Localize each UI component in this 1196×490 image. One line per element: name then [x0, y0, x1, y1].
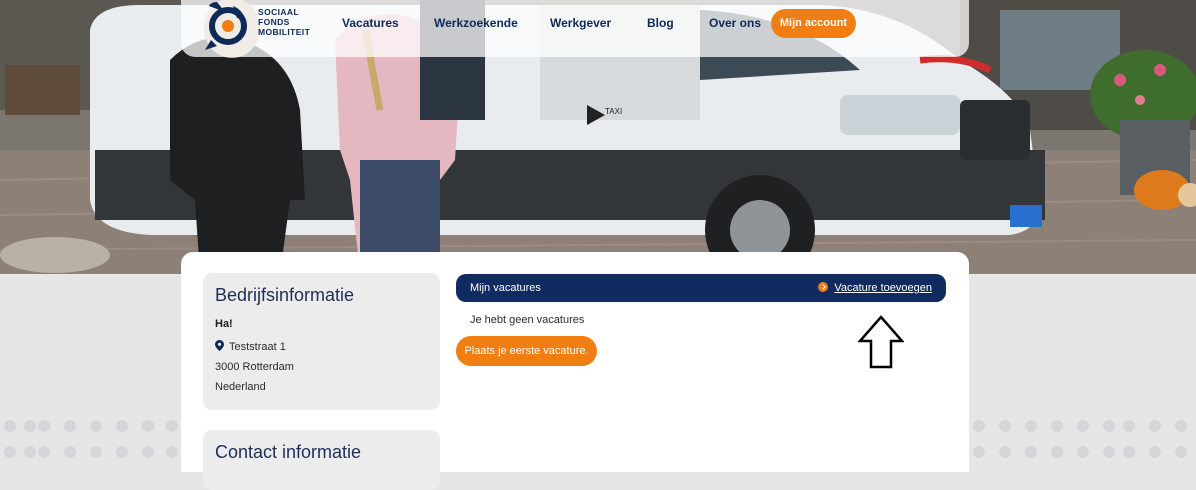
my-vacancies-header: Mijn vacatures Vacature toevoegen	[456, 274, 946, 302]
company-street-row: Teststraat 1	[215, 340, 286, 353]
up-arrow-icon	[858, 315, 904, 369]
contact-info-heading: Contact informatie	[215, 442, 362, 462]
arrow-right-icon	[818, 282, 829, 292]
logo-icon[interactable]	[203, 0, 249, 52]
location-pin-icon	[215, 340, 224, 351]
top-navigation: SOCIAAL FONDS MOBILITEIT Vacatures Werkz…	[181, 0, 969, 57]
nav-blog[interactable]: Blog	[647, 16, 674, 30]
nav-vacatures[interactable]: Vacatures	[342, 16, 399, 30]
decorative-dots-right	[973, 420, 1187, 458]
content-panel: Bedrijfsinformatie Ha! Teststraat 1 3000…	[181, 252, 969, 490]
nav-werkgever[interactable]: Werkgever	[550, 16, 611, 30]
van-taxi-sign: TAXI	[605, 107, 622, 116]
my-vacancies-title: Mijn vacatures	[470, 282, 541, 294]
nav-over-ons[interactable]: Over ons	[709, 16, 761, 30]
company-street: Teststraat 1	[229, 341, 286, 353]
brand-name[interactable]: SOCIAAL FONDS MOBILITEIT	[258, 7, 310, 37]
company-info-card: Bedrijfsinformatie Ha! Teststraat 1 3000…	[203, 273, 440, 410]
company-country: Nederland	[215, 381, 266, 393]
company-name: Ha!	[215, 318, 233, 330]
contact-info-card: Contact informatie	[203, 430, 440, 490]
add-vacancy-link[interactable]: Vacature toevoegen	[818, 282, 932, 294]
add-vacancy-label: Vacature toevoegen	[834, 282, 932, 294]
brand-line-2: FONDS	[258, 17, 290, 27]
brand-line-3: MOBILITEIT	[258, 27, 311, 37]
nav-werkzoekende[interactable]: Werkzoekende	[434, 16, 518, 30]
no-vacancies-message: Je hebt geen vacatures	[470, 314, 585, 326]
company-city: 3000 Rotterdam	[215, 361, 294, 373]
brand-line-1: SOCIAAL	[258, 7, 300, 17]
company-info-heading: Bedrijfsinformatie	[215, 285, 355, 305]
post-first-vacancy-button[interactable]: Plaats je eerste vacature.	[456, 336, 597, 366]
decorative-dots-left	[4, 420, 178, 458]
my-account-button[interactable]: Mijn account	[771, 9, 856, 38]
